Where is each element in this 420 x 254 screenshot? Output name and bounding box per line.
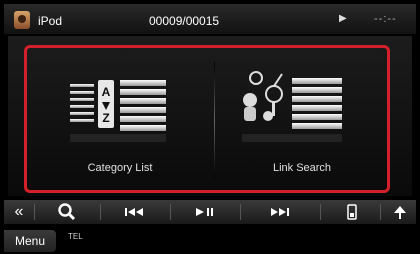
play-pause-button[interactable]	[178, 200, 232, 224]
previous-track-button[interactable]	[108, 200, 162, 224]
highlight-frame	[24, 45, 390, 193]
search-button[interactable]	[44, 200, 90, 224]
source-title: iPod	[38, 14, 63, 28]
collapse-button[interactable]: «	[8, 200, 30, 224]
next-track-button[interactable]	[248, 200, 312, 224]
play-status-icon: ▶	[339, 13, 347, 24]
device-icon	[347, 204, 357, 220]
next-track-icon	[271, 208, 289, 216]
status-bar: iPod 00009/00015 ▶ --:--	[4, 4, 416, 34]
previous-track-icon	[125, 208, 143, 216]
play-pause-icon	[196, 208, 213, 216]
menu-button[interactable]: Menu	[4, 230, 56, 252]
control-bar: «	[4, 200, 416, 224]
ipod-icon	[14, 11, 30, 29]
media-screen: iPod 00009/00015 ▶ --:-- A Z Category Li…	[0, 0, 420, 254]
eject-icon	[394, 206, 406, 219]
mode-button[interactable]	[332, 200, 372, 224]
tel-label: TEL	[68, 232, 83, 241]
search-icon	[58, 203, 76, 221]
eject-button[interactable]	[388, 200, 412, 224]
double-chevron-left-icon: «	[14, 203, 24, 220]
track-counter: 00009/00015	[149, 14, 220, 28]
time-readout: --:--	[374, 13, 397, 25]
